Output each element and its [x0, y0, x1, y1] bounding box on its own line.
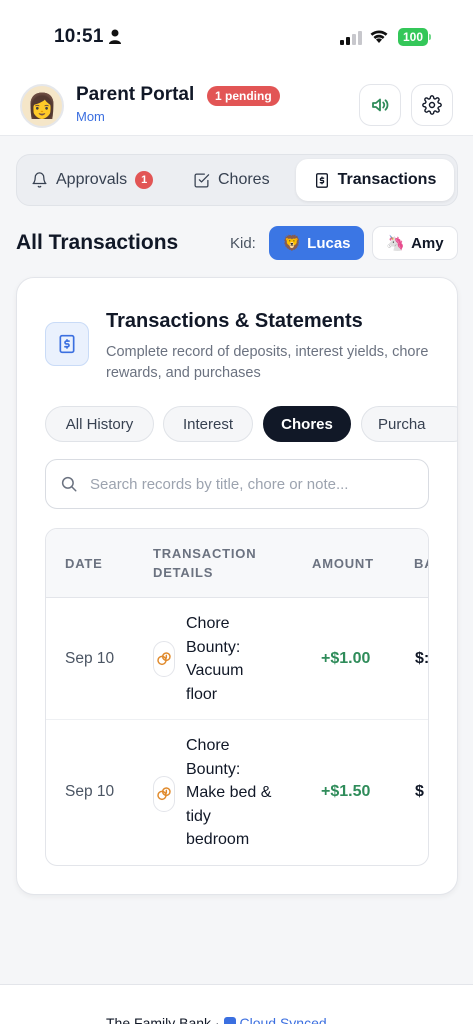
unicorn-icon: 🦄 — [386, 235, 406, 252]
kid-name: Lucas — [307, 234, 351, 252]
person-icon — [109, 29, 121, 44]
kid-selector-amy[interactable]: 🦄 Amy — [372, 226, 458, 260]
speaker-icon — [372, 98, 389, 112]
search-icon — [61, 476, 77, 492]
tab-chores-label: Chores — [218, 171, 270, 188]
kid-selector-label: Kid: — [230, 235, 256, 252]
page-title: Parent Portal — [76, 84, 195, 105]
card-description: Complete record of deposits, interest yi… — [106, 344, 429, 381]
tab-approvals-label: Approvals — [56, 171, 128, 188]
sound-toggle-button[interactable] — [359, 84, 401, 126]
footer-text: The Family Bank · Cloud Synced — [106, 1015, 327, 1024]
lion-icon: 🦁 — [282, 235, 302, 252]
cellular-signal-icon — [340, 31, 362, 45]
row-title: Chore Bounty: Vacuum floor — [186, 615, 244, 703]
bell-icon — [32, 172, 47, 188]
table-row[interactable]: Sep 10 Chore Bounty: Make bed & tidy bed… — [46, 720, 428, 865]
receipt-icon — [59, 334, 75, 354]
sync-status: Cloud Synced — [223, 1015, 327, 1024]
sync-status-label: Cloud Synced — [239, 1015, 327, 1024]
approvals-count-badge: 1 — [135, 171, 154, 189]
card-title: Transactions & Statements — [106, 310, 363, 332]
search-box — [45, 459, 429, 509]
row-amount: +$1.00 — [321, 650, 371, 667]
wifi-icon — [370, 30, 388, 43]
row-balance: $ — [415, 783, 424, 800]
chore-icon-box — [153, 641, 175, 677]
chore-icon-box — [153, 776, 175, 812]
status-time: 10:51 — [54, 26, 104, 47]
row-date: Sep 10 — [65, 783, 115, 800]
tab-chores[interactable]: Chores — [193, 159, 270, 201]
footer-separator: · — [214, 1015, 220, 1024]
coins-icon — [157, 787, 171, 801]
column-header-balance: BA — [414, 556, 428, 571]
transactions-table: DATE TRANSACTION DETAILS AMOUNT BA Sep 1… — [45, 528, 429, 866]
column-header-date: DATE — [65, 556, 103, 571]
table-row[interactable]: Sep 10 Chore Bounty: Vacuum floor +$1.00… — [46, 598, 428, 720]
filter-interest[interactable]: Interest — [163, 406, 253, 442]
tab-approvals[interactable]: Approvals 1 — [31, 159, 154, 201]
status-bar: 10:51 100 — [0, 0, 473, 76]
row-amount: +$1.50 — [321, 783, 371, 800]
column-header-amount: AMOUNT — [312, 556, 374, 571]
filter-chores[interactable]: Chores — [263, 406, 351, 442]
coins-icon — [157, 652, 171, 666]
settings-button[interactable] — [411, 84, 453, 126]
column-header-details: TRANSACTION DETAILS — [153, 546, 257, 580]
section-title: All Transactions — [16, 231, 179, 254]
filter-chips: All History Interest Chores Purcha — [45, 406, 457, 442]
statement-icon-box — [45, 322, 89, 366]
receipt-icon — [315, 172, 328, 188]
kid-name: Amy — [411, 234, 444, 252]
avatar[interactable]: 👩 — [20, 84, 64, 128]
app-footer: The Family Bank · Cloud Synced — [0, 984, 473, 1024]
row-title: Chore Bounty: Make bed & tidy bedroom — [186, 737, 272, 848]
footer-app-name: The Family Bank — [106, 1015, 212, 1024]
row-date: Sep 10 — [65, 650, 115, 667]
filter-all-history[interactable]: All History — [45, 406, 154, 442]
row-balance: $: — [415, 650, 429, 667]
checkbox-icon — [194, 172, 210, 188]
main-tab-bar: Approvals 1 Chores Transactions — [16, 154, 458, 206]
cloud-icon — [223, 1017, 236, 1024]
filter-purchases[interactable]: Purcha — [361, 406, 457, 442]
tab-transactions[interactable]: Transactions — [296, 159, 454, 201]
kid-selector-lucas[interactable]: 🦁 Lucas — [269, 226, 364, 260]
app-header: 👩 Parent Portal 1 pending Mom — [0, 76, 473, 136]
table-header: DATE TRANSACTION DETAILS AMOUNT BA — [46, 529, 428, 598]
search-input[interactable] — [90, 472, 420, 496]
battery-indicator: 100 — [398, 28, 428, 46]
gear-icon — [422, 95, 442, 115]
tab-transactions-label: Transactions — [337, 171, 437, 188]
user-role-label: Mom — [76, 109, 105, 124]
pending-badge: 1 pending — [207, 86, 280, 106]
battery-tip — [429, 34, 431, 40]
transactions-card: Transactions & Statements Complete recor… — [16, 277, 458, 895]
